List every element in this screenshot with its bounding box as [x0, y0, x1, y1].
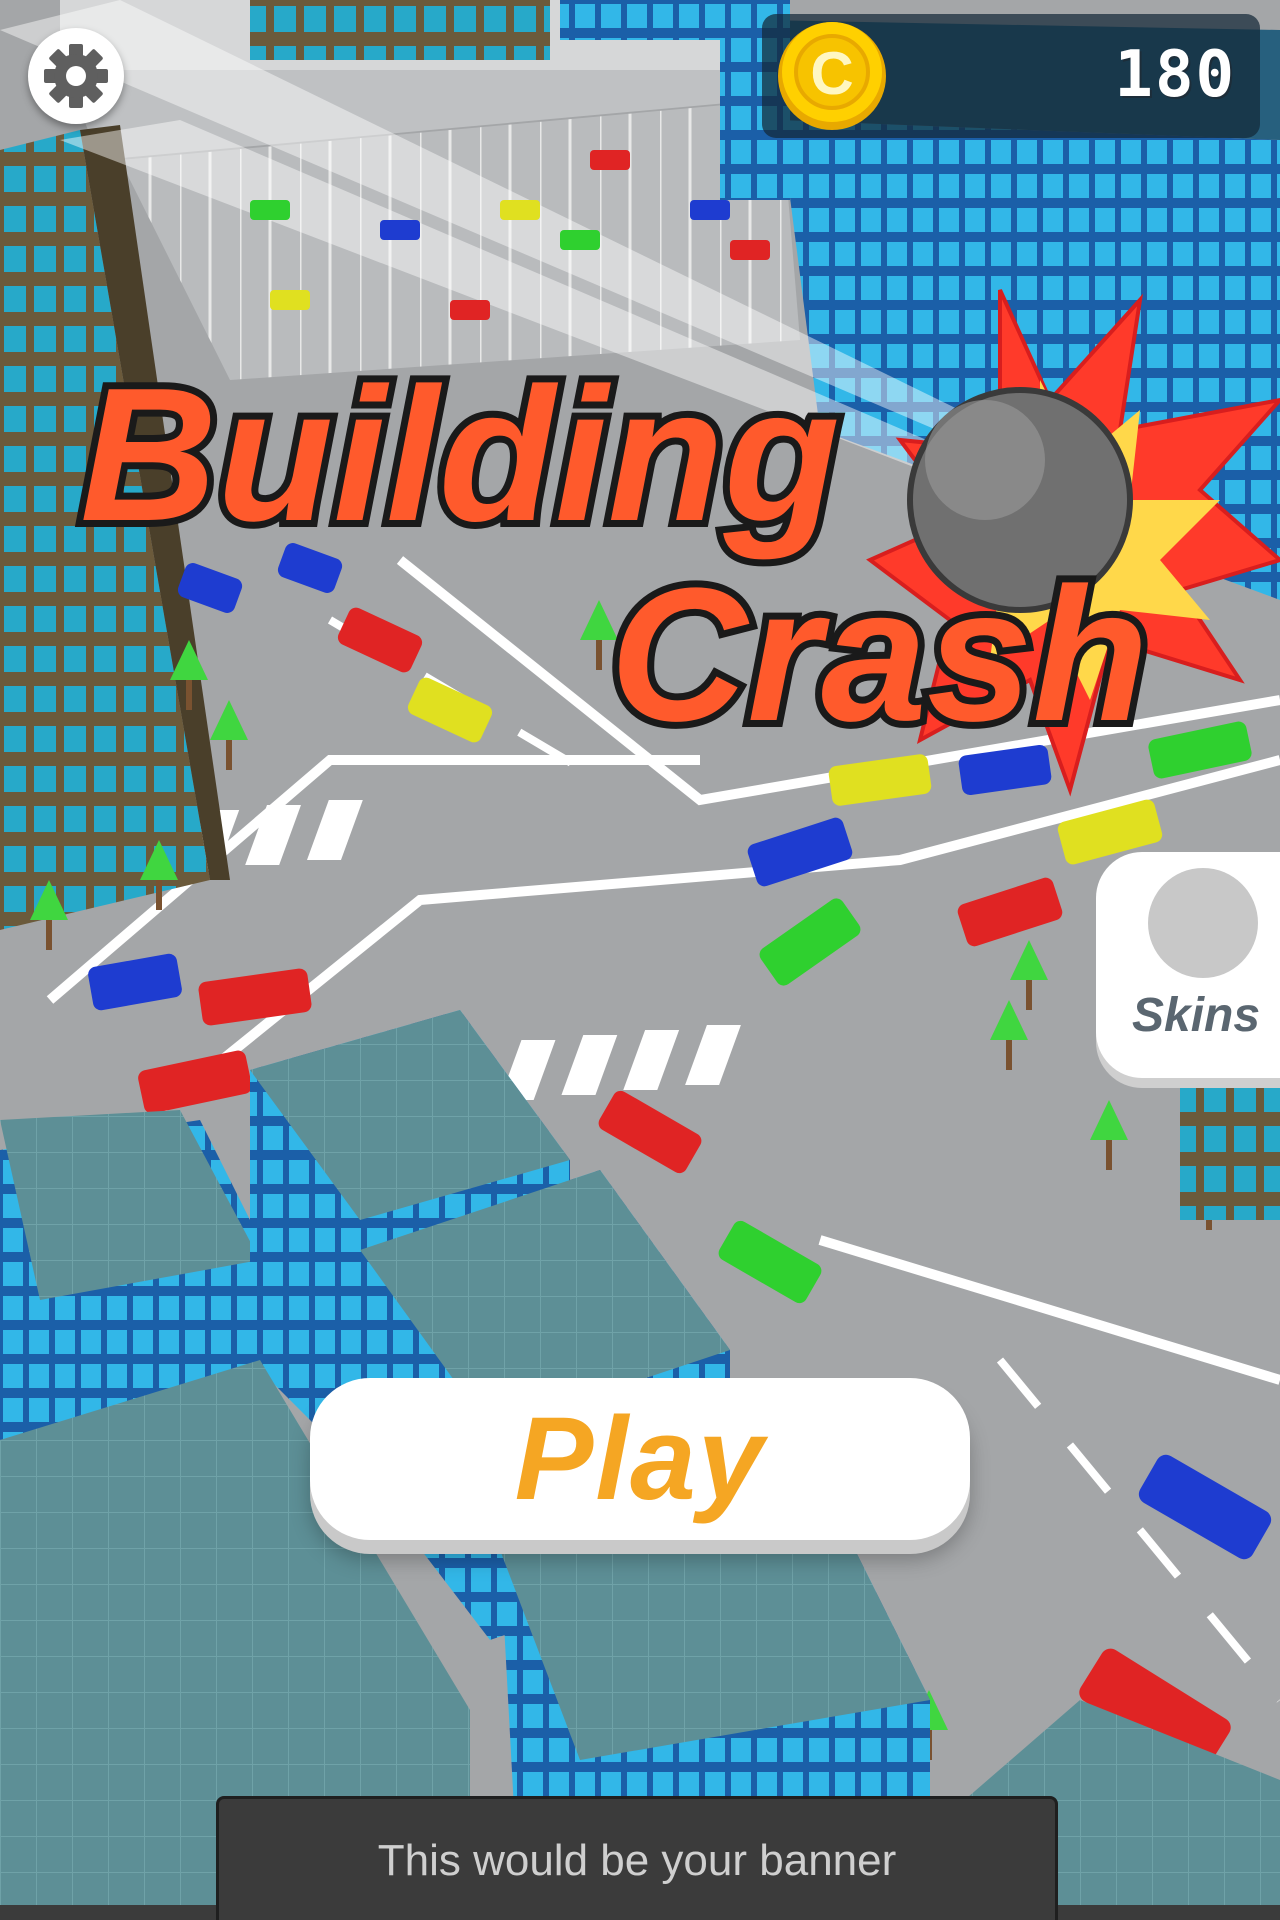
title-line-1: Building	[80, 349, 840, 561]
coin-icon: C	[778, 22, 886, 130]
coin-count: 180	[1114, 38, 1236, 112]
ad-banner-text: This would be your banner	[377, 1836, 897, 1885]
ball-skin-preview	[1148, 868, 1258, 978]
coin-symbol: C	[810, 40, 853, 107]
play-button[interactable]: Play	[310, 1378, 970, 1540]
skins-button[interactable]: Skins	[1096, 852, 1280, 1078]
skins-label: Skins	[1132, 989, 1261, 1042]
coin-counter: C 180	[762, 14, 1260, 138]
game-screen: Building Crash C 180 Skins Play This wou…	[0, 0, 1280, 1920]
play-label: Play	[514, 1393, 766, 1525]
ad-banner[interactable]: This would be your banner	[216, 1796, 1058, 1920]
gear-icon	[44, 44, 108, 108]
game-title: Building Crash	[73, 289, 1280, 797]
title-line-2: Crash	[610, 549, 1149, 761]
settings-button[interactable]	[28, 28, 124, 124]
